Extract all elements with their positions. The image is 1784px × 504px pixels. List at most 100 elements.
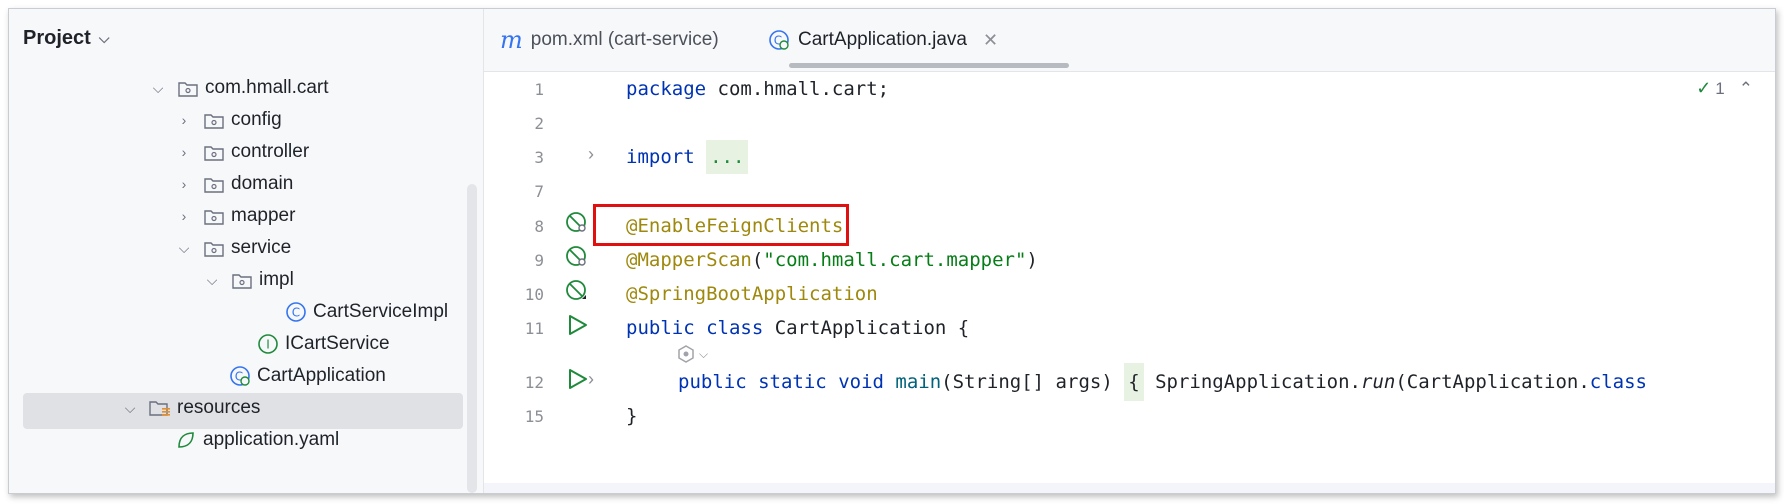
package-icon — [231, 270, 253, 290]
tree-item-impl[interactable]: ⌵ impl — [203, 263, 294, 297]
line-number: 12 — [524, 373, 544, 392]
project-title: Project — [23, 26, 91, 49]
tree-item-com-hmall-cart[interactable]: ⌵ com.hmall.cart — [149, 71, 329, 105]
highlight-box — [593, 204, 849, 246]
chevron-right-icon[interactable]: › — [175, 176, 193, 192]
tree-item-domain[interactable]: › domain — [175, 167, 294, 201]
code-editor[interactable]: ✓ 1 ⌃ 1 package com.hmall.cart; 2 3 › im… — [484, 72, 1775, 493]
tree-item-resources[interactable]: ⌵ resources — [121, 391, 261, 425]
tree-item-label: ICartService — [285, 333, 390, 354]
code-line-10: @SpringBootApplication — [626, 283, 878, 305]
code-text: (CartApplication. — [1395, 371, 1590, 393]
package-icon — [203, 110, 225, 130]
line-number: 1 — [534, 80, 544, 99]
tree-item-label: CartApplication — [257, 365, 386, 386]
tree-item-label: service — [231, 237, 292, 258]
code-text: SpringApplication. — [1143, 371, 1361, 393]
static-method: run — [1361, 371, 1396, 393]
chevron-down-icon[interactable]: ⌵ — [175, 240, 193, 257]
inspection-widget[interactable]: ✓ 1 ⌃ — [1696, 78, 1753, 99]
code-line-9: @MapperScan("com.hmall.cart.mapper") — [626, 249, 1038, 271]
tab-pom-xml[interactable]: m pom.xml (cart-service) — [500, 9, 719, 71]
tree-item-label: mapper — [231, 205, 296, 226]
folded-imports[interactable]: ... — [706, 140, 749, 174]
keyword: static — [758, 371, 827, 393]
line-number: 11 — [524, 319, 544, 338]
tree-item-controller[interactable]: › controller — [175, 135, 310, 169]
chevron-up-icon[interactable]: ⌃ — [1739, 79, 1753, 99]
tree-item-application-yaml[interactable]: application.yaml — [175, 423, 339, 457]
package-icon — [203, 206, 225, 226]
chevron-down-icon: ⌵ — [98, 29, 110, 46]
method-name: main — [895, 371, 942, 393]
inlay-hint-widget[interactable]: ⌵ — [676, 344, 708, 364]
class-icon: C — [285, 302, 307, 322]
line-number: 10 — [524, 285, 544, 304]
keyword: public — [626, 317, 695, 339]
line-number: 9 — [534, 251, 544, 270]
chevron-down-icon[interactable]: ⌵ — [203, 272, 221, 289]
svg-text:I: I — [266, 338, 270, 352]
inspection-count: 1 — [1715, 78, 1725, 98]
chevron-down-icon: ⌵ — [699, 346, 709, 361]
spring-bean-icon[interactable] — [562, 242, 592, 272]
code-line-1: package com.hmall.cart; — [626, 78, 889, 100]
tree-item-label: CartServiceImpl — [313, 301, 449, 322]
tree-item-cartapplication[interactable]: C CartApplication — [229, 359, 386, 393]
tree-item-label: impl — [259, 269, 294, 290]
resources-folder-icon — [149, 398, 171, 418]
tab-label: pom.xml (cart-service) — [530, 29, 719, 50]
line-number: 8 — [534, 217, 544, 236]
editor-bottom-band — [484, 483, 1775, 493]
chevron-right-icon[interactable]: › — [588, 144, 594, 165]
folded-body[interactable]: { — [1124, 363, 1144, 401]
keyword: public — [678, 371, 747, 393]
tree-item-mapper[interactable]: › mapper — [175, 199, 296, 233]
code-text: CartApplication { — [763, 317, 970, 339]
svg-text:C: C — [292, 306, 300, 320]
tree-item-label: com.hmall.cart — [205, 77, 329, 98]
code-text: (String[] args) — [941, 371, 1125, 393]
close-icon[interactable]: ✕ — [983, 30, 998, 51]
project-sidebar: Project ⌵ ⌵ com.hmall.cart › config › co… — [9, 9, 484, 493]
tree-item-config[interactable]: › config — [175, 103, 282, 137]
code-text: } — [626, 405, 638, 427]
line-number: 3 — [534, 148, 544, 167]
package-icon — [203, 142, 225, 162]
tree-item-cartserviceimpl[interactable]: C CartServiceImpl — [285, 295, 448, 329]
line-number: 2 — [534, 114, 544, 133]
annotation: @MapperScan — [626, 249, 752, 271]
code-line-11: public class CartApplication { — [626, 317, 969, 339]
keyword: package — [626, 78, 707, 100]
package-icon — [203, 238, 225, 258]
tree-item-icartservice[interactable]: I ICartService — [257, 327, 390, 361]
chevron-right-icon[interactable]: › — [175, 112, 193, 128]
chevron-right-icon[interactable]: › — [175, 208, 193, 224]
tree-item-service[interactable]: ⌵ service — [175, 231, 292, 265]
interface-icon: I — [257, 334, 279, 354]
run-icon[interactable] — [562, 310, 592, 340]
ide-window: Project ⌵ ⌵ com.hmall.cart › config › co… — [8, 8, 1776, 494]
tree-item-label: resources — [177, 397, 261, 418]
keyword: class — [706, 317, 764, 339]
tree-item-label: domain — [231, 173, 294, 194]
project-view-selector[interactable]: Project ⌵ — [23, 23, 109, 53]
spring-boot-class-icon: C — [768, 29, 790, 51]
chevron-down-icon[interactable]: ⌵ — [149, 80, 167, 97]
chevron-right-icon[interactable]: › — [175, 144, 193, 160]
spring-boot-icon[interactable] — [562, 276, 592, 306]
sidebar-scrollbar[interactable] — [467, 184, 477, 493]
tab-label: CartApplication.java — [798, 29, 967, 50]
tree-item-label: application.yaml — [203, 429, 340, 450]
package-icon — [203, 174, 225, 194]
maven-icon: m — [500, 26, 523, 54]
editor-tab-bar: m pom.xml (cart-service) C CartApplicati… — [484, 9, 1775, 72]
chevron-right-icon[interactable]: › — [588, 369, 594, 390]
code-text: ( — [751, 249, 764, 271]
tab-cartapplication-java[interactable]: C CartApplication.java ✕ — [768, 9, 998, 71]
spring-bean-icon[interactable] — [562, 208, 592, 238]
code-text: ) — [1026, 249, 1038, 271]
active-tab-indicator — [789, 63, 1069, 68]
spring-config-icon — [175, 430, 197, 450]
chevron-down-icon[interactable]: ⌵ — [121, 400, 139, 417]
